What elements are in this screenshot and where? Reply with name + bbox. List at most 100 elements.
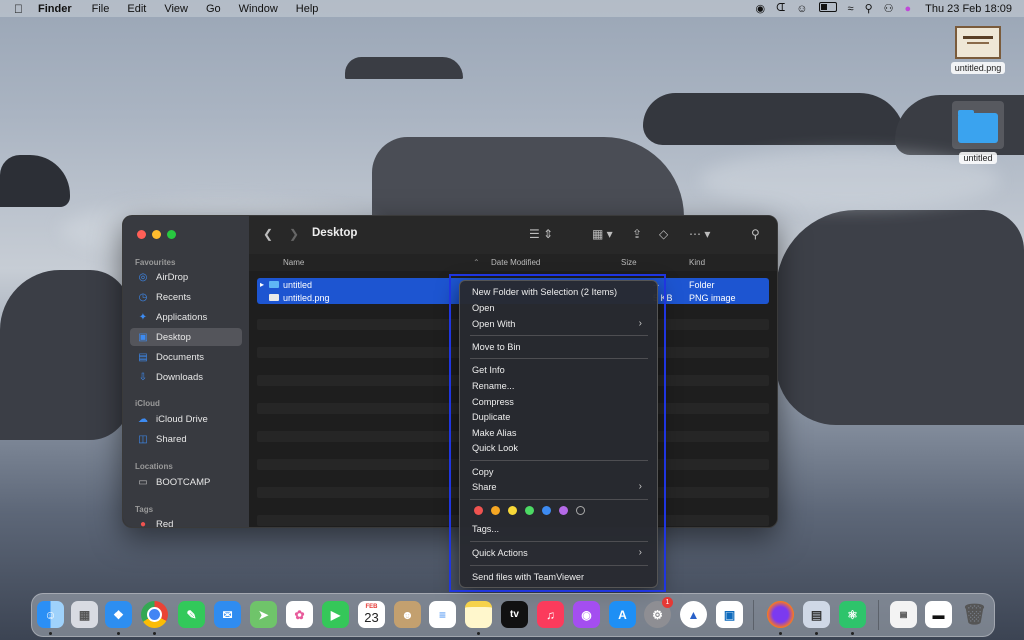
- mail-dock-icon[interactable]: ✉: [214, 601, 241, 628]
- facetime-dock-icon[interactable]: ▶: [322, 601, 349, 628]
- tag-purple-dot[interactable]: [559, 506, 568, 515]
- menu-item-copy[interactable]: Copy: [472, 465, 650, 479]
- chrome-dock-icon[interactable]: [141, 601, 168, 628]
- cloud-icon: ☁: [138, 413, 148, 425]
- wifi-icon[interactable]: ≈: [848, 3, 854, 15]
- safari-dock-icon[interactable]: ❖: [105, 601, 132, 628]
- contacts-dock-icon[interactable]: ☻: [394, 601, 421, 628]
- app-store-dock-icon[interactable]: A: [609, 601, 636, 628]
- disclosure-chevron-icon[interactable]: ▸: [260, 280, 264, 289]
- menu-item-quick-look[interactable]: Quick Look: [472, 441, 650, 455]
- menu-help[interactable]: Help: [296, 3, 319, 15]
- sidebar-item-icloud-drive[interactable]: ☁ iCloud Drive: [130, 410, 242, 428]
- tag-blue-dot[interactable]: [542, 506, 551, 515]
- teamviewer-style-dock-icon[interactable]: ▲: [680, 601, 707, 628]
- running-indicator: [117, 632, 120, 635]
- menu-go[interactable]: Go: [206, 3, 221, 15]
- launchpad-dock-icon[interactable]: ▦: [71, 601, 98, 628]
- sidebar-section-icloud: iCloud: [135, 399, 160, 408]
- document-stack-dock-icon[interactable]: ▤: [890, 601, 917, 628]
- sidebar-item-tag-red[interactable]: ● Red: [130, 515, 242, 528]
- column-size[interactable]: Size: [621, 258, 637, 267]
- sidebar-item-downloads[interactable]: ⇩ Downloads: [130, 368, 242, 386]
- tag-none-dot[interactable]: [576, 506, 585, 515]
- list-view-icon[interactable]: ☰ ⇕: [529, 227, 553, 241]
- menu-file[interactable]: File: [92, 3, 110, 15]
- column-name[interactable]: Name: [283, 258, 304, 267]
- messages-dock-icon[interactable]: ✎: [178, 601, 205, 628]
- menu-item-new-folder-with-selection[interactable]: New Folder with Selection (2 Items): [472, 285, 650, 299]
- sidebar-item-recents[interactable]: ◷ Recents: [130, 288, 242, 306]
- search-icon[interactable]: ⚲: [751, 227, 760, 241]
- tag-icon[interactable]: ◇: [659, 227, 668, 241]
- battery-icon[interactable]: [818, 2, 837, 15]
- sidebar-item-desktop[interactable]: ▣ Desktop: [130, 328, 242, 346]
- menu-item-open[interactable]: Open: [472, 301, 650, 315]
- more-actions-icon[interactable]: ⋯ ▾: [689, 227, 710, 241]
- siri-icon[interactable]: ●: [905, 3, 912, 15]
- menu-view[interactable]: View: [164, 3, 188, 15]
- menu-item-quick-actions[interactable]: Quick Actions ›: [472, 546, 650, 560]
- tag-red-dot[interactable]: [474, 506, 483, 515]
- maps-dock-icon[interactable]: ➤: [250, 601, 277, 628]
- group-icon[interactable]: ▦ ▾: [592, 227, 613, 241]
- remote-desktop-dock-icon[interactable]: ▣: [716, 601, 743, 628]
- sidebar-item-bootcamp[interactable]: ▭ BOOTCAMP: [130, 473, 242, 491]
- menu-item-compress[interactable]: Compress: [472, 395, 650, 409]
- music-dock-icon[interactable]: ♫: [537, 601, 564, 628]
- menu-item-rename[interactable]: Rename...: [472, 379, 650, 393]
- zoom-button[interactable]: [167, 230, 176, 239]
- user-icon[interactable]: ☺: [796, 3, 807, 15]
- menu-item-duplicate[interactable]: Duplicate: [472, 410, 650, 424]
- record-icon[interactable]: ◉: [756, 2, 766, 15]
- menu-item-send-teamviewer[interactable]: Send files with TeamViewer: [472, 570, 650, 584]
- sidebar-item-label: iCloud Drive: [156, 413, 208, 425]
- tag-green-dot[interactable]: [525, 506, 534, 515]
- sidebar-item-documents[interactable]: ▤ Documents: [130, 348, 242, 366]
- menu-item-get-info[interactable]: Get Info: [472, 363, 650, 377]
- bluetooth-icon[interactable]: ᗭ: [776, 2, 785, 15]
- share-icon[interactable]: ⇪: [632, 227, 642, 241]
- desktop-icon-folder[interactable]: untitled: [948, 101, 1008, 164]
- notes-dock-icon[interactable]: [465, 601, 492, 628]
- running-indicator: [851, 632, 854, 635]
- menu-edit[interactable]: Edit: [127, 3, 146, 15]
- menu-item-move-to-bin[interactable]: Move to Bin: [472, 340, 650, 354]
- tag-yellow-dot[interactable]: [508, 506, 517, 515]
- preview-dock-icon[interactable]: ▤: [803, 601, 830, 628]
- tag-orange-dot[interactable]: [491, 506, 500, 515]
- apple-icon[interactable]: : [14, 2, 28, 16]
- menu-item-open-with[interactable]: Open With ›: [472, 317, 650, 331]
- control-center-icon[interactable]: ⚇: [884, 2, 894, 15]
- png-thumbnail-icon: [955, 26, 1001, 59]
- photos-dock-icon[interactable]: ✿: [286, 601, 313, 628]
- finder-dock-icon[interactable]: ☺: [37, 601, 64, 628]
- menu-item-tags[interactable]: Tags...: [472, 522, 650, 536]
- menu-window[interactable]: Window: [239, 3, 278, 15]
- back-icon[interactable]: ❮: [263, 227, 273, 241]
- column-date-modified[interactable]: Date Modified: [491, 258, 540, 267]
- window-title: Desktop: [312, 227, 358, 239]
- column-kind[interactable]: Kind: [689, 258, 705, 267]
- menu-item-share[interactable]: Share ›: [472, 480, 650, 494]
- calendar-dock-icon[interactable]: FEB 23: [358, 601, 385, 628]
- podcasts-dock-icon[interactable]: ◉: [573, 601, 600, 628]
- reminders-dock-icon[interactable]: ≡: [429, 601, 456, 628]
- sidebar-item-shared[interactable]: ◫ Shared: [130, 430, 242, 448]
- menu-app-finder[interactable]: Finder: [38, 3, 72, 15]
- sidebar-item-airdrop[interactable]: ◎ AirDrop: [130, 268, 242, 286]
- trash-dock-icon[interactable]: 🗑: [961, 601, 988, 628]
- menubar-clock[interactable]: Thu 23 Feb 18:09: [925, 3, 1012, 15]
- sort-chevron-icon: ⌃: [473, 258, 480, 267]
- downloads-stack-dock-icon[interactable]: ▬: [925, 601, 952, 628]
- forward-icon[interactable]: ❯: [289, 227, 299, 241]
- atom-dock-icon[interactable]: ⚛: [839, 601, 866, 628]
- minimize-button[interactable]: [152, 230, 161, 239]
- desktop-icon-png[interactable]: untitled.png: [948, 22, 1008, 74]
- close-button[interactable]: [137, 230, 146, 239]
- menu-item-make-alias[interactable]: Make Alias: [472, 426, 650, 440]
- search-icon[interactable]: ⚲: [865, 2, 873, 15]
- firefox-dock-icon[interactable]: [767, 601, 794, 628]
- sidebar-item-applications[interactable]: ✦ Applications: [130, 308, 242, 326]
- apple-tv-dock-icon[interactable]: tv: [501, 601, 528, 628]
